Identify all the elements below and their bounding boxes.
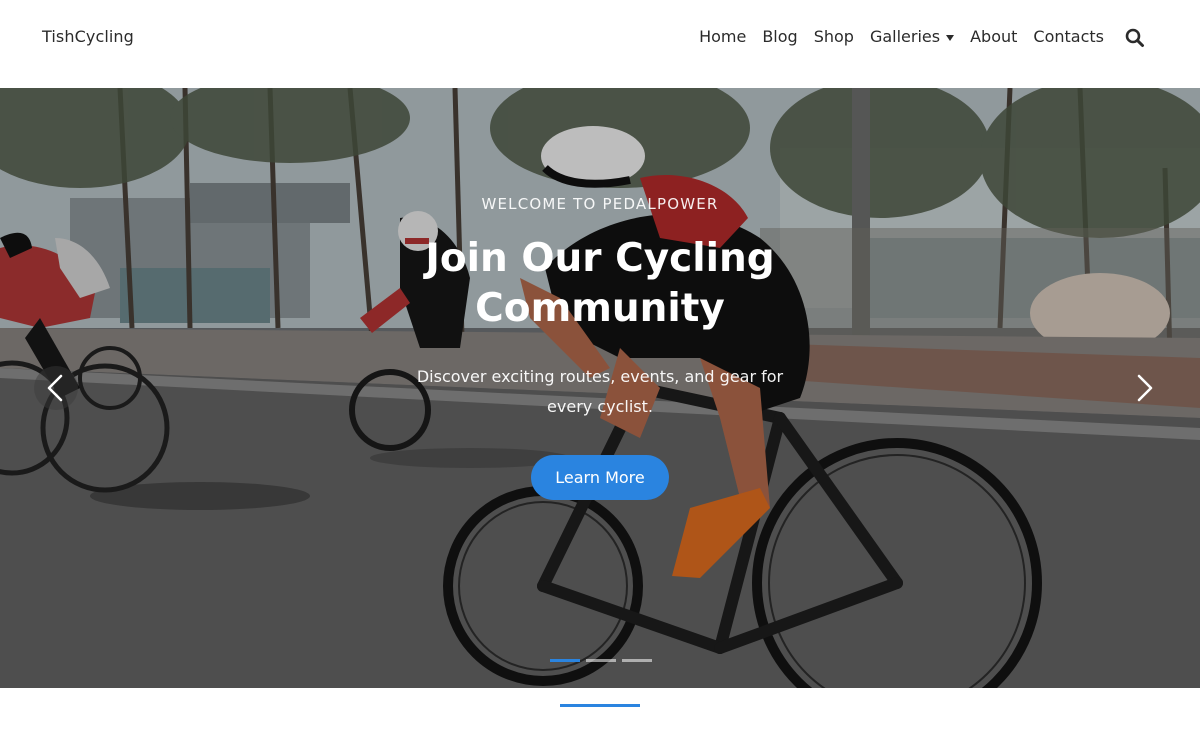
slider-pagination: [550, 659, 652, 662]
nav-label-home: Home: [699, 27, 747, 46]
hero-slider: WELCOME TO PEDALPOWER Join Our Cycling C…: [0, 88, 1200, 688]
site-header: TishCycling Home Blog Shop Galleries Abo…: [0, 0, 1200, 88]
nav-item-contacts[interactable]: Contacts: [1033, 26, 1104, 48]
hero-eyebrow: WELCOME TO PEDALPOWER: [481, 195, 719, 213]
nav-label-galleries: Galleries: [869, 27, 941, 46]
slider-prev-button[interactable]: [34, 366, 78, 410]
chevron-right-icon: [1137, 374, 1153, 402]
slider-dot-3[interactable]: [622, 659, 652, 662]
nav-item-galleries[interactable]: Galleries: [869, 26, 955, 48]
nav-label-blog: Blog: [762, 27, 798, 46]
search-icon: [1125, 28, 1144, 47]
search-button[interactable]: [1124, 27, 1146, 49]
nav-label-about: About: [970, 27, 1018, 46]
main-nav: Home Blog Shop Galleries About Contacts: [699, 26, 1104, 48]
slider-dot-1[interactable]: [550, 659, 580, 662]
nav-item-blog[interactable]: Blog: [762, 26, 797, 48]
hero-subtitle: Discover exciting routes, events, and ge…: [416, 367, 784, 416]
section-divider: [560, 704, 640, 707]
nav-label-contacts: Contacts: [1033, 27, 1104, 46]
nav-item-about[interactable]: About: [970, 26, 1017, 48]
slider-next-button[interactable]: [1122, 366, 1166, 410]
nav-item-home[interactable]: Home: [699, 26, 746, 48]
chevron-left-icon: [47, 374, 63, 402]
nav-item-shop[interactable]: Shop: [814, 26, 854, 48]
slider-dot-2[interactable]: [586, 659, 616, 662]
chevron-down-icon: [946, 35, 955, 41]
site-logo[interactable]: TishCycling: [42, 26, 134, 48]
hero-title: Join Our Cycling Community: [425, 236, 775, 331]
learn-more-button[interactable]: Learn More: [531, 455, 669, 500]
nav-label-shop: Shop: [813, 27, 854, 46]
